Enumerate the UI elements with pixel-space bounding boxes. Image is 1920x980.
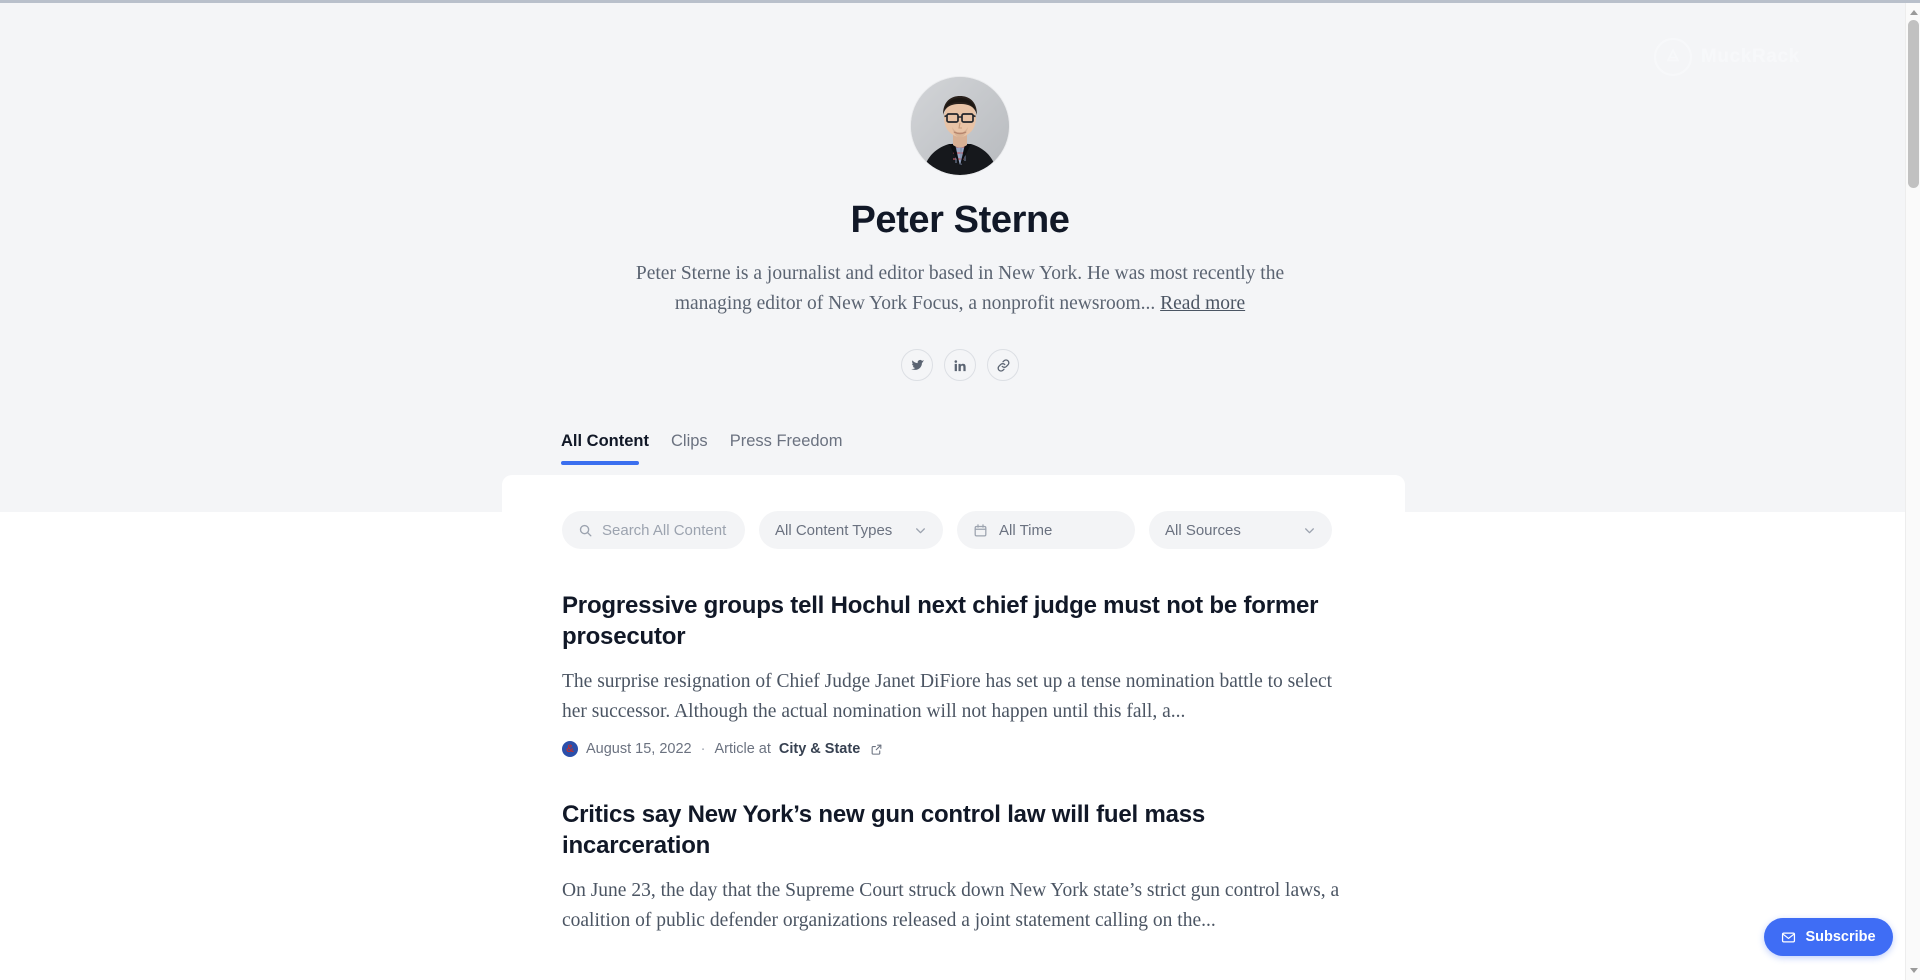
article-source-name[interactable]: City & State xyxy=(779,741,860,757)
list-item: Critics say New York’s new gun control l… xyxy=(562,799,1362,936)
article-description: On June 23, the day that the Supreme Cou… xyxy=(562,880,1340,931)
link-icon xyxy=(996,358,1011,373)
source-select-label: All Sources xyxy=(1165,521,1241,539)
tab-press-freedom-label: Press Freedom xyxy=(729,432,843,450)
search-input[interactable]: Search All Content xyxy=(562,511,745,549)
content-type-select[interactable]: All Content Types xyxy=(759,511,943,549)
content-type-select-label: All Content Types xyxy=(775,521,893,539)
time-range-select[interactable]: All Time xyxy=(957,511,1135,549)
subscribe-button-label: Subscribe xyxy=(1805,929,1876,945)
chevron-down-icon xyxy=(1303,524,1316,537)
filter-toolbar: Search All Content All Content Types All… xyxy=(562,511,1332,549)
article-description: The surprise resignation of Chief Judge … xyxy=(562,671,1333,722)
article-source-prefix: Article at xyxy=(714,741,771,757)
tab-all-content-label: All Content xyxy=(561,432,649,450)
social-links xyxy=(901,349,1019,381)
tab-all-content[interactable]: All Content xyxy=(561,432,671,465)
linkedin-icon xyxy=(953,358,968,373)
avatar xyxy=(911,77,1009,175)
content-list: Progressive groups tell Hochul next chie… xyxy=(562,590,1362,978)
content-panel xyxy=(502,475,1405,515)
search-icon xyxy=(578,523,593,538)
social-link-twitter[interactable] xyxy=(901,349,933,381)
list-item: Progressive groups tell Hochul next chie… xyxy=(562,590,1362,757)
external-link-icon[interactable] xyxy=(870,743,883,756)
scroll-down-arrow-icon[interactable] xyxy=(1909,966,1918,975)
tab-clips-label: Clips xyxy=(671,432,708,450)
profile-bio: Peter Sterne is a journalist and editor … xyxy=(600,259,1320,319)
article-title[interactable]: Progressive groups tell Hochul next chie… xyxy=(562,590,1352,652)
article-meta: & August 15, 2022 · Article at City & St… xyxy=(562,741,1362,757)
twitter-icon xyxy=(910,358,925,373)
article-title[interactable]: Critics say New York’s new gun control l… xyxy=(562,799,1352,861)
envelope-icon xyxy=(1781,930,1796,945)
calendar-icon xyxy=(973,523,988,538)
page-title: Peter Sterne xyxy=(850,199,1070,241)
social-link-linkedin[interactable] xyxy=(944,349,976,381)
meta-separator: · xyxy=(700,741,706,757)
tab-clips[interactable]: Clips xyxy=(671,432,730,465)
scrollbar-thumb[interactable] xyxy=(1908,20,1919,188)
subscribe-button[interactable]: Subscribe xyxy=(1764,918,1893,956)
time-range-select-label: All Time xyxy=(999,521,1053,539)
search-input-placeholder: Search All Content xyxy=(602,521,727,539)
source-favicon: & xyxy=(562,741,578,757)
source-select[interactable]: All Sources xyxy=(1149,511,1332,549)
tab-press-freedom[interactable]: Press Freedom xyxy=(730,432,865,465)
read-more-link[interactable]: Read more xyxy=(1160,293,1245,314)
social-link-website[interactable] xyxy=(987,349,1019,381)
article-date: August 15, 2022 xyxy=(586,741,692,757)
content-tabs: All Content Clips Press Freedom xyxy=(561,432,864,465)
scroll-up-arrow-icon[interactable] xyxy=(1909,8,1918,17)
chevron-down-icon xyxy=(914,524,927,537)
vertical-scrollbar[interactable] xyxy=(1905,3,1920,980)
